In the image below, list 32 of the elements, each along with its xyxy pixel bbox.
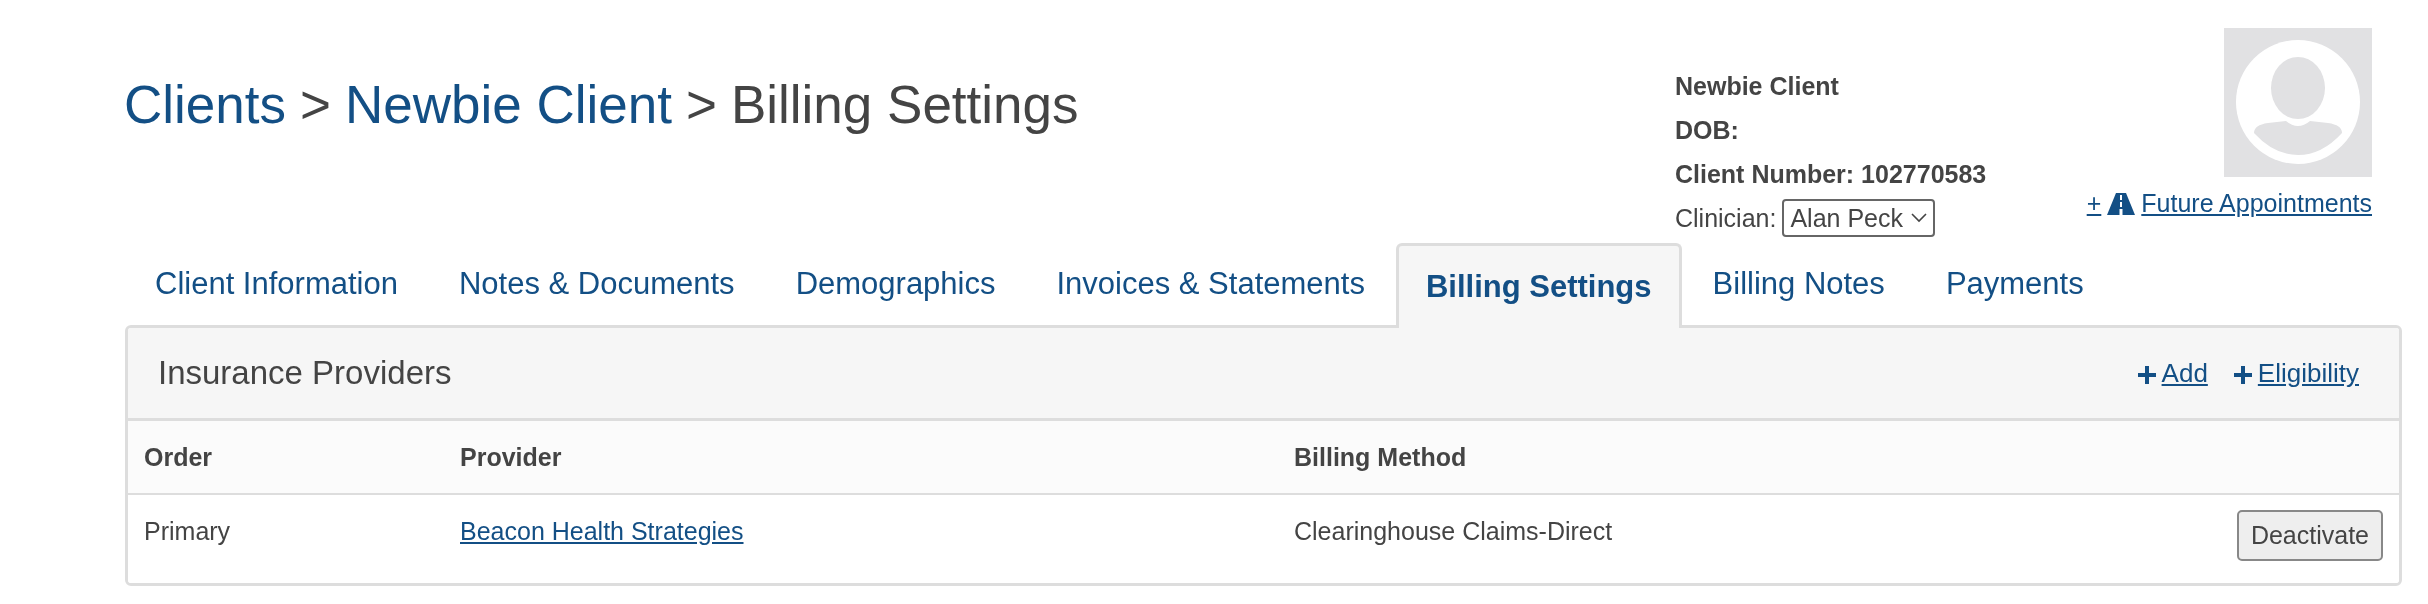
column-header: Billing Method (1294, 442, 1468, 472)
provider-link[interactable]: Beacon Health Strategies (460, 495, 744, 546)
tab[interactable]: Client Information (125, 240, 428, 325)
deactivate-button[interactable]: Deactivate (2236, 510, 2383, 561)
column-header: Provider (460, 442, 563, 472)
plus-icon (2137, 365, 2156, 384)
action-link[interactable]: Add (2137, 357, 2208, 389)
tab[interactable]: Payments (1915, 240, 2114, 325)
chevron-down-icon (1911, 213, 1927, 223)
clinician-label: Clinician: (1675, 203, 1777, 234)
dob-label: DOB: (1675, 115, 1740, 146)
breadcrumb-link[interactable]: Clients (124, 75, 286, 134)
client-name: Newbie Client (1675, 71, 1840, 102)
column-header: Order (144, 442, 214, 472)
panel-title: Insurance Providers (158, 354, 453, 392)
table-cell-text: Clearinghouse Claims-Direct (1294, 516, 1614, 546)
action-link[interactable]: Eligibility (2233, 357, 2359, 389)
client-number: Client Number: 102770583 (1675, 159, 1988, 190)
tab[interactable]: Billing Settings (1395, 243, 1682, 328)
road-icon (2107, 192, 2136, 215)
plus-icon (2233, 365, 2252, 384)
future-appointments-link[interactable]: + Future Appointments (2086, 189, 2372, 218)
breadcrumb-link[interactable]: Newbie Client (344, 75, 672, 134)
page-title: Billing Settings (730, 75, 1079, 134)
clinician-select[interactable]: Alan Peck (1782, 199, 1935, 237)
breadcrumb-separator: > (300, 75, 331, 134)
tab[interactable]: Demographics (765, 240, 1026, 325)
tab[interactable]: Notes & Documents (428, 240, 765, 325)
breadcrumb-separator: > (685, 75, 717, 134)
table-cell-text: Primary (144, 516, 232, 546)
tab[interactable]: Invoices & Statements (1026, 240, 1395, 325)
tab[interactable]: Billing Notes (1682, 240, 1915, 325)
